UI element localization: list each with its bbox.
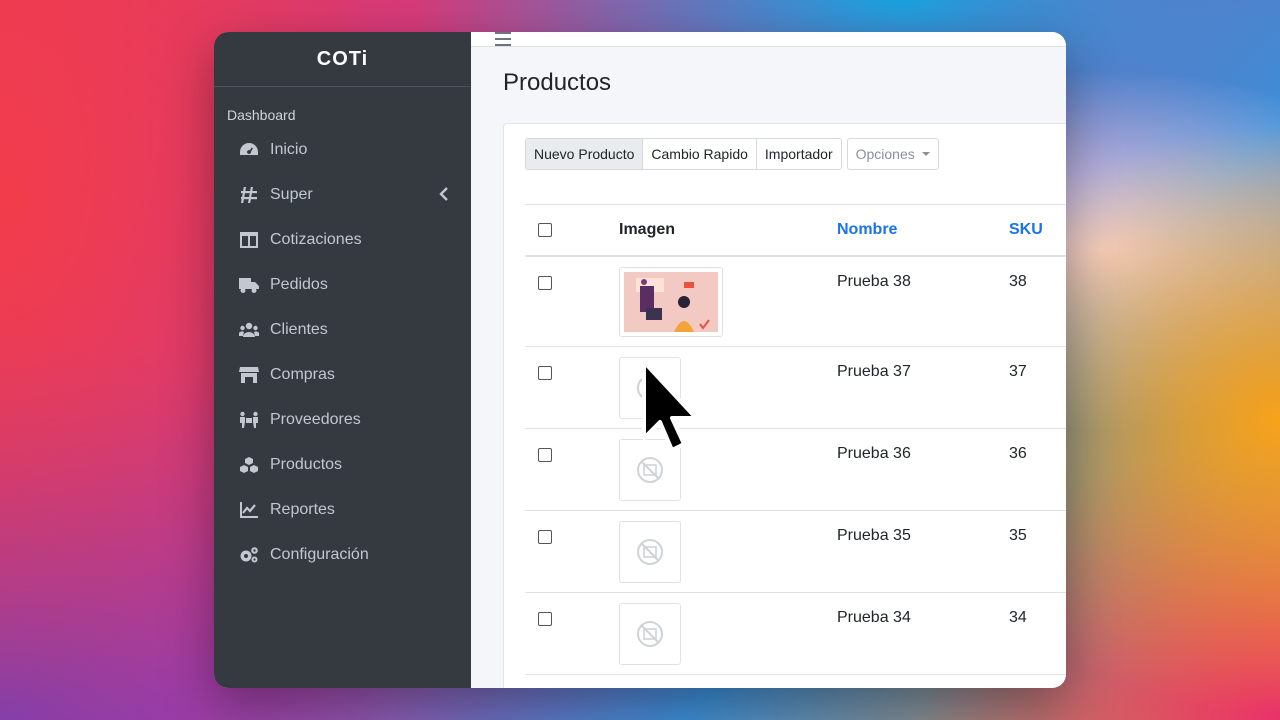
topbar: [471, 32, 1066, 47]
product-name: Prueba 36: [837, 445, 911, 462]
mouse-cursor-icon: [642, 360, 698, 452]
sidebar-item-compras[interactable]: Compras: [214, 352, 471, 397]
no-image-icon: [637, 539, 663, 565]
main-area: Productos Nuevo Producto Cambio Rapido I…: [471, 32, 1066, 688]
sidebar-item-reportes[interactable]: Reportes: [214, 487, 471, 532]
sidebar-item-inicio[interactable]: Inicio: [214, 127, 471, 172]
column-header-name[interactable]: Nombre: [836, 205, 1008, 257]
hashtag-icon: [238, 185, 260, 205]
hamburger-menu-icon[interactable]: [495, 32, 511, 46]
product-name: Prueba 38: [837, 273, 911, 290]
sidebar-item-productos[interactable]: Productos: [214, 442, 471, 487]
sidebar-item-configuracion[interactable]: Configuración: [214, 532, 471, 577]
row-checkbox[interactable]: [538, 448, 552, 462]
product-name: Prueba 34: [837, 609, 911, 626]
table-row[interactable]: Prueba 36 36: [525, 429, 1066, 511]
importer-button[interactable]: Importador: [756, 139, 841, 169]
content: Productos Nuevo Producto Cambio Rapido I…: [471, 47, 1066, 688]
row-checkbox[interactable]: [538, 612, 552, 626]
cogs-icon: [238, 545, 260, 565]
product-name: Prueba 37: [837, 363, 911, 380]
product-image-thumbnail[interactable]: [619, 267, 723, 337]
chevron-left-icon: [439, 187, 449, 206]
table-row[interactable]: Prueba 38 38: [525, 256, 1066, 347]
table-row[interactable]: Prueba 37 37: [525, 347, 1066, 429]
sidebar-item-label: Reportes: [270, 500, 335, 518]
table-header-row: Imagen Nombre SKU: [525, 204, 1066, 257]
sidebar-item-label: Proveedores: [270, 410, 361, 428]
sidebar-item-label: Inicio: [270, 140, 308, 158]
tachometer-icon: [238, 140, 260, 160]
product-image-thumbnail[interactable]: [619, 521, 681, 583]
toolbar: Nuevo Producto Cambio Rapido Importador …: [525, 138, 1066, 170]
columns-icon: [238, 230, 260, 250]
select-all-cell: [525, 205, 618, 257]
sidebar-item-proveedores[interactable]: Proveedores: [214, 397, 471, 442]
cubes-icon: [238, 455, 260, 475]
row-checkbox[interactable]: [538, 530, 552, 544]
new-product-button[interactable]: Nuevo Producto: [526, 139, 644, 169]
chart-line-icon: [238, 500, 260, 520]
product-sku: 38: [1009, 273, 1027, 290]
product-photo-icon: [624, 272, 718, 332]
column-header-sku[interactable]: SKU: [1008, 205, 1066, 257]
sidebar: COTi Dashboard Inicio Super Cotizaciones: [214, 32, 471, 688]
row-checkbox[interactable]: [538, 366, 552, 380]
truck-icon: [238, 275, 260, 295]
products-card: Nuevo Producto Cambio Rapido Importador …: [503, 123, 1066, 688]
product-sku: 37: [1009, 363, 1027, 380]
sidebar-item-label: Super: [270, 185, 313, 203]
products-table: Imagen Nombre SKU Prueba 38 38 Prueba 37…: [525, 204, 1066, 675]
page-title: Productos: [503, 69, 612, 96]
sidebar-item-clientes[interactable]: Clientes: [214, 307, 471, 352]
product-sku: 36: [1009, 445, 1027, 462]
no-image-icon: [637, 621, 663, 647]
column-header-image: Imagen: [619, 221, 676, 238]
caret-down-icon: [921, 152, 930, 156]
product-image-thumbnail[interactable]: [619, 603, 681, 665]
sidebar-item-label: Clientes: [270, 320, 328, 338]
product-name: Prueba 35: [837, 527, 911, 544]
options-label: Opciones: [855, 146, 915, 162]
sidebar-item-label: Pedidos: [270, 275, 328, 293]
sidebar-item-label: Configuración: [270, 545, 369, 563]
brand-logo[interactable]: COTi: [214, 32, 471, 87]
options-dropdown[interactable]: Opciones: [846, 138, 939, 170]
sidebar-item-pedidos[interactable]: Pedidos: [214, 262, 471, 307]
sidebar-header: Dashboard: [227, 107, 296, 123]
brand-name: COTi: [316, 47, 369, 70]
sidebar-item-label: Productos: [270, 455, 343, 473]
sidebar-item-label: Cotizaciones: [270, 230, 362, 248]
row-checkbox[interactable]: [538, 276, 552, 290]
people-carry-icon: [238, 410, 260, 430]
users-icon: [238, 320, 260, 340]
sidebar-item-label: Compras: [270, 365, 335, 383]
product-sku: 34: [1009, 609, 1027, 626]
table-row[interactable]: Prueba 35 35: [525, 511, 1066, 593]
store-icon: [238, 365, 260, 385]
sidebar-item-cotizaciones[interactable]: Cotizaciones: [214, 217, 471, 262]
quick-change-button[interactable]: Cambio Rapido: [643, 139, 757, 169]
sidebar-item-super[interactable]: Super: [214, 172, 471, 217]
table-row[interactable]: Prueba 34 34: [525, 593, 1066, 675]
toolbar-button-group: Nuevo Producto Cambio Rapido Importador: [525, 138, 842, 170]
select-all-checkbox[interactable]: [538, 222, 552, 237]
product-sku: 35: [1009, 527, 1027, 544]
